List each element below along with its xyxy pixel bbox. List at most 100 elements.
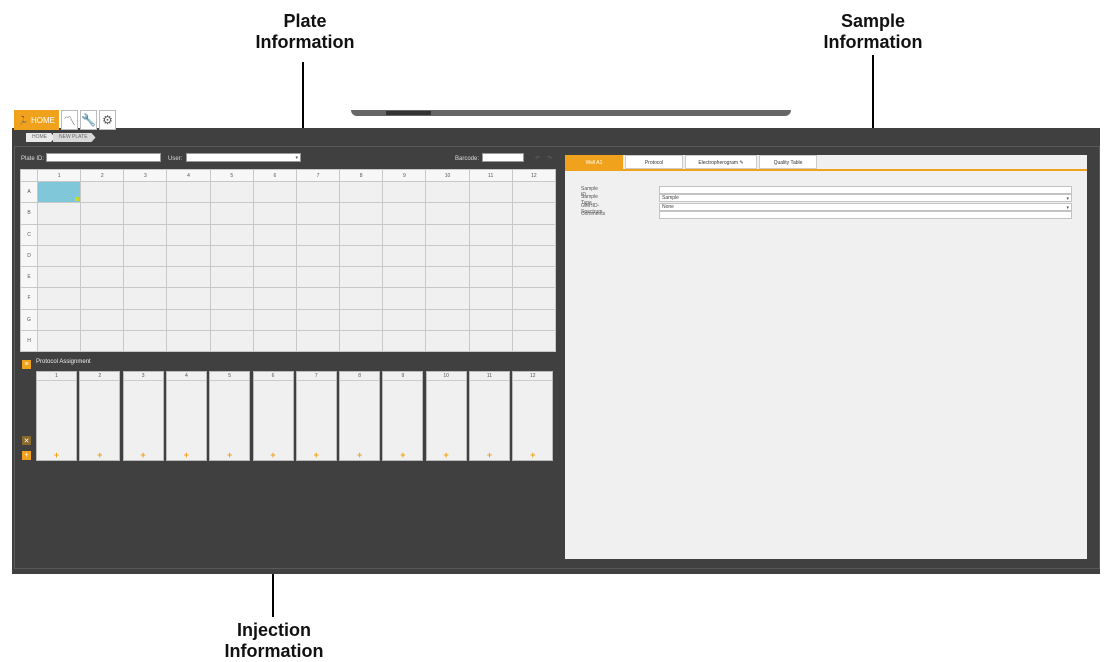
plate-well[interactable]: [209, 202, 254, 225]
plate-well[interactable]: [295, 329, 341, 353]
plate-well[interactable]: [339, 223, 384, 246]
tab-protocol[interactable]: Protocol: [625, 155, 683, 169]
plate-column-header[interactable]: 11: [468, 169, 513, 182]
add-injection-icon[interactable]: +: [383, 450, 422, 460]
plate-well[interactable]: [166, 265, 211, 289]
plate-well[interactable]: [511, 265, 557, 289]
plate-well[interactable]: [252, 180, 297, 204]
undo-icon[interactable]: ↶: [535, 155, 540, 162]
plate-well[interactable]: [166, 329, 211, 353]
plate-well[interactable]: [36, 223, 82, 246]
plate-well[interactable]: [339, 180, 384, 204]
add-injection-icon[interactable]: +: [124, 450, 163, 460]
plate-well[interactable]: [339, 265, 384, 289]
plate-well[interactable]: [339, 202, 384, 225]
plate-row-header[interactable]: C: [20, 223, 38, 246]
injection-column[interactable]: 3 +: [122, 371, 164, 461]
tab-electropherogram[interactable]: Electropherogram ✎: [685, 155, 757, 169]
plate-well[interactable]: [209, 329, 254, 353]
user-select[interactable]: ▾: [186, 153, 301, 162]
plate-well[interactable]: [209, 223, 254, 246]
plate-well[interactable]: [123, 202, 168, 225]
window-scrollbar[interactable]: [351, 110, 791, 116]
plate-well[interactable]: [36, 265, 82, 289]
gmhid-spectrum-field[interactable]: None ▾: [659, 202, 1072, 211]
plate-column-header[interactable]: 8: [339, 169, 384, 182]
plate-well[interactable]: [425, 308, 470, 331]
add-injection-icon[interactable]: +: [254, 450, 293, 460]
plate-well[interactable]: [295, 287, 341, 310]
plate-well[interactable]: [468, 287, 513, 310]
protocol-assignment-icon[interactable]: ≡: [22, 360, 31, 369]
plate-column-header[interactable]: 2: [80, 169, 125, 182]
plate-well[interactable]: [80, 180, 125, 204]
plate-well[interactable]: [511, 329, 557, 353]
tab-quality-table[interactable]: Quality Table: [759, 155, 817, 169]
electropherogram-icon[interactable]: 〽: [60, 110, 78, 130]
plate-well[interactable]: [80, 329, 125, 353]
plate-well[interactable]: [36, 308, 82, 331]
plate-well[interactable]: [425, 223, 470, 246]
plate-well[interactable]: [511, 180, 557, 204]
plate-well[interactable]: [382, 265, 427, 289]
plate-well[interactable]: [123, 180, 168, 204]
injection-column[interactable]: 5 +: [209, 371, 251, 461]
plate-well[interactable]: [511, 202, 557, 225]
plate-well[interactable]: [382, 223, 427, 246]
plate-well[interactable]: [511, 244, 557, 268]
plate-well[interactable]: [295, 180, 341, 204]
plate-well[interactable]: [295, 308, 341, 331]
plate-well[interactable]: [468, 223, 513, 246]
plate-well[interactable]: [36, 329, 82, 353]
breadcrumb-home[interactable]: HOME: [26, 133, 55, 142]
add-injection-icon[interactable]: +: [340, 450, 379, 460]
home-tab[interactable]: 🏃 HOME: [14, 110, 59, 130]
plate-well[interactable]: [425, 329, 470, 353]
plate-well[interactable]: [80, 287, 125, 310]
plate-well[interactable]: [425, 180, 470, 204]
plate-well[interactable]: [123, 223, 168, 246]
plate-well[interactable]: [209, 265, 254, 289]
scrollbar-thumb[interactable]: [386, 111, 431, 115]
plate-well[interactable]: [252, 329, 297, 353]
plate-well[interactable]: [252, 223, 297, 246]
add-injection-icon[interactable]: +: [210, 450, 249, 460]
plate-well[interactable]: [382, 329, 427, 353]
plate-well[interactable]: [209, 244, 254, 268]
plate-column-header[interactable]: 12: [511, 169, 557, 182]
injection-column[interactable]: 10 +: [425, 371, 467, 461]
add-injection-icon[interactable]: +: [297, 450, 336, 460]
plate-well[interactable]: [166, 287, 211, 310]
plate-well[interactable]: [339, 329, 384, 353]
plate-column-header[interactable]: 3: [123, 169, 168, 182]
sample-id-field[interactable]: [659, 186, 1072, 194]
comments-field[interactable]: [659, 210, 1072, 219]
plate-row-header[interactable]: A: [20, 180, 38, 204]
plate-well[interactable]: [382, 308, 427, 331]
plate-well[interactable]: [123, 244, 168, 268]
plate-well[interactable]: [36, 180, 82, 204]
plate-row-header[interactable]: E: [20, 265, 38, 289]
plate-column-header[interactable]: 7: [295, 169, 341, 182]
plate-well[interactable]: [339, 308, 384, 331]
plate-well[interactable]: [468, 329, 513, 353]
plate-well[interactable]: [511, 223, 557, 246]
add-injection-icon[interactable]: +: [513, 450, 552, 460]
plate-row-header[interactable]: B: [20, 202, 38, 225]
plate-well[interactable]: [80, 223, 125, 246]
plate-well[interactable]: [339, 287, 384, 310]
plate-well[interactable]: [468, 265, 513, 289]
injection-column[interactable]: 12 +: [512, 371, 554, 461]
plate-well[interactable]: [468, 202, 513, 225]
add-injection-icon[interactable]: +: [470, 450, 509, 460]
plate-well[interactable]: [123, 308, 168, 331]
plate-well[interactable]: [36, 202, 82, 225]
plate-well[interactable]: [209, 308, 254, 331]
plate-well[interactable]: [80, 202, 125, 225]
add-injection-icon[interactable]: +: [80, 450, 119, 460]
gear-icon[interactable]: ⚙: [98, 110, 116, 130]
plate-well[interactable]: [166, 244, 211, 268]
injection-column[interactable]: 4 +: [165, 371, 207, 461]
plate-column-header[interactable]: 6: [252, 169, 297, 182]
plate-column-header[interactable]: 5: [209, 169, 254, 182]
